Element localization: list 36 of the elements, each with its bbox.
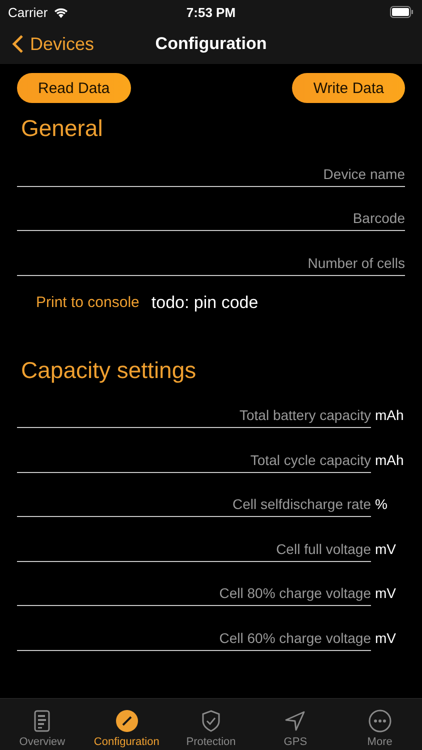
read-data-button[interactable]: Read Data xyxy=(17,73,131,103)
unit-label: % xyxy=(375,496,388,512)
input-field[interactable]: Number of cells xyxy=(17,254,405,276)
carrier-label: Carrier xyxy=(8,4,48,20)
unit-label: mV xyxy=(375,585,397,601)
unit-label: mV xyxy=(375,540,397,556)
unit-label: mAh xyxy=(375,452,405,468)
unit-label: mAh xyxy=(375,407,405,423)
input-field[interactable]: Device name xyxy=(17,166,405,186)
tab-item[interactable]: GPS xyxy=(253,699,338,750)
screen-title: Configuration xyxy=(155,34,267,54)
input-field[interactable]: Cell full voltage xyxy=(17,540,371,562)
print-console-link[interactable]: Print to console xyxy=(36,294,140,311)
note-text: todo: pin code xyxy=(151,292,258,312)
input-field[interactable]: Total battery capacity xyxy=(17,407,371,428)
battery-icon xyxy=(390,6,414,18)
input-field[interactable]: Barcode xyxy=(17,210,405,231)
unit-label: mV xyxy=(375,630,397,646)
input-field[interactable]: Total cycle capacity xyxy=(17,452,371,472)
input-field[interactable]: Cell selfdischarge rate xyxy=(17,496,371,517)
input-field[interactable]: Cell 60% charge voltage xyxy=(17,630,371,650)
tab-item[interactable]: Protection xyxy=(168,699,254,750)
section-heading: General xyxy=(21,115,104,142)
clock-time: 7:53 PM xyxy=(186,4,236,20)
section-heading: Capacity settings xyxy=(21,356,198,384)
pencil-icon xyxy=(114,709,139,733)
tab-item[interactable]: Configuration xyxy=(84,699,169,750)
back-link[interactable]: Devices xyxy=(12,34,94,54)
input-field[interactable]: Cell 80% charge voltage xyxy=(17,585,371,606)
wifi-icon xyxy=(52,6,69,18)
chevron-left-icon xyxy=(12,34,24,54)
more-icon xyxy=(368,709,392,733)
tab-item[interactable]: More xyxy=(338,699,422,750)
location-arrow-icon xyxy=(283,709,308,733)
write-data-button[interactable]: Write Data xyxy=(292,73,405,103)
tab-item[interactable]: Overview xyxy=(0,699,84,750)
